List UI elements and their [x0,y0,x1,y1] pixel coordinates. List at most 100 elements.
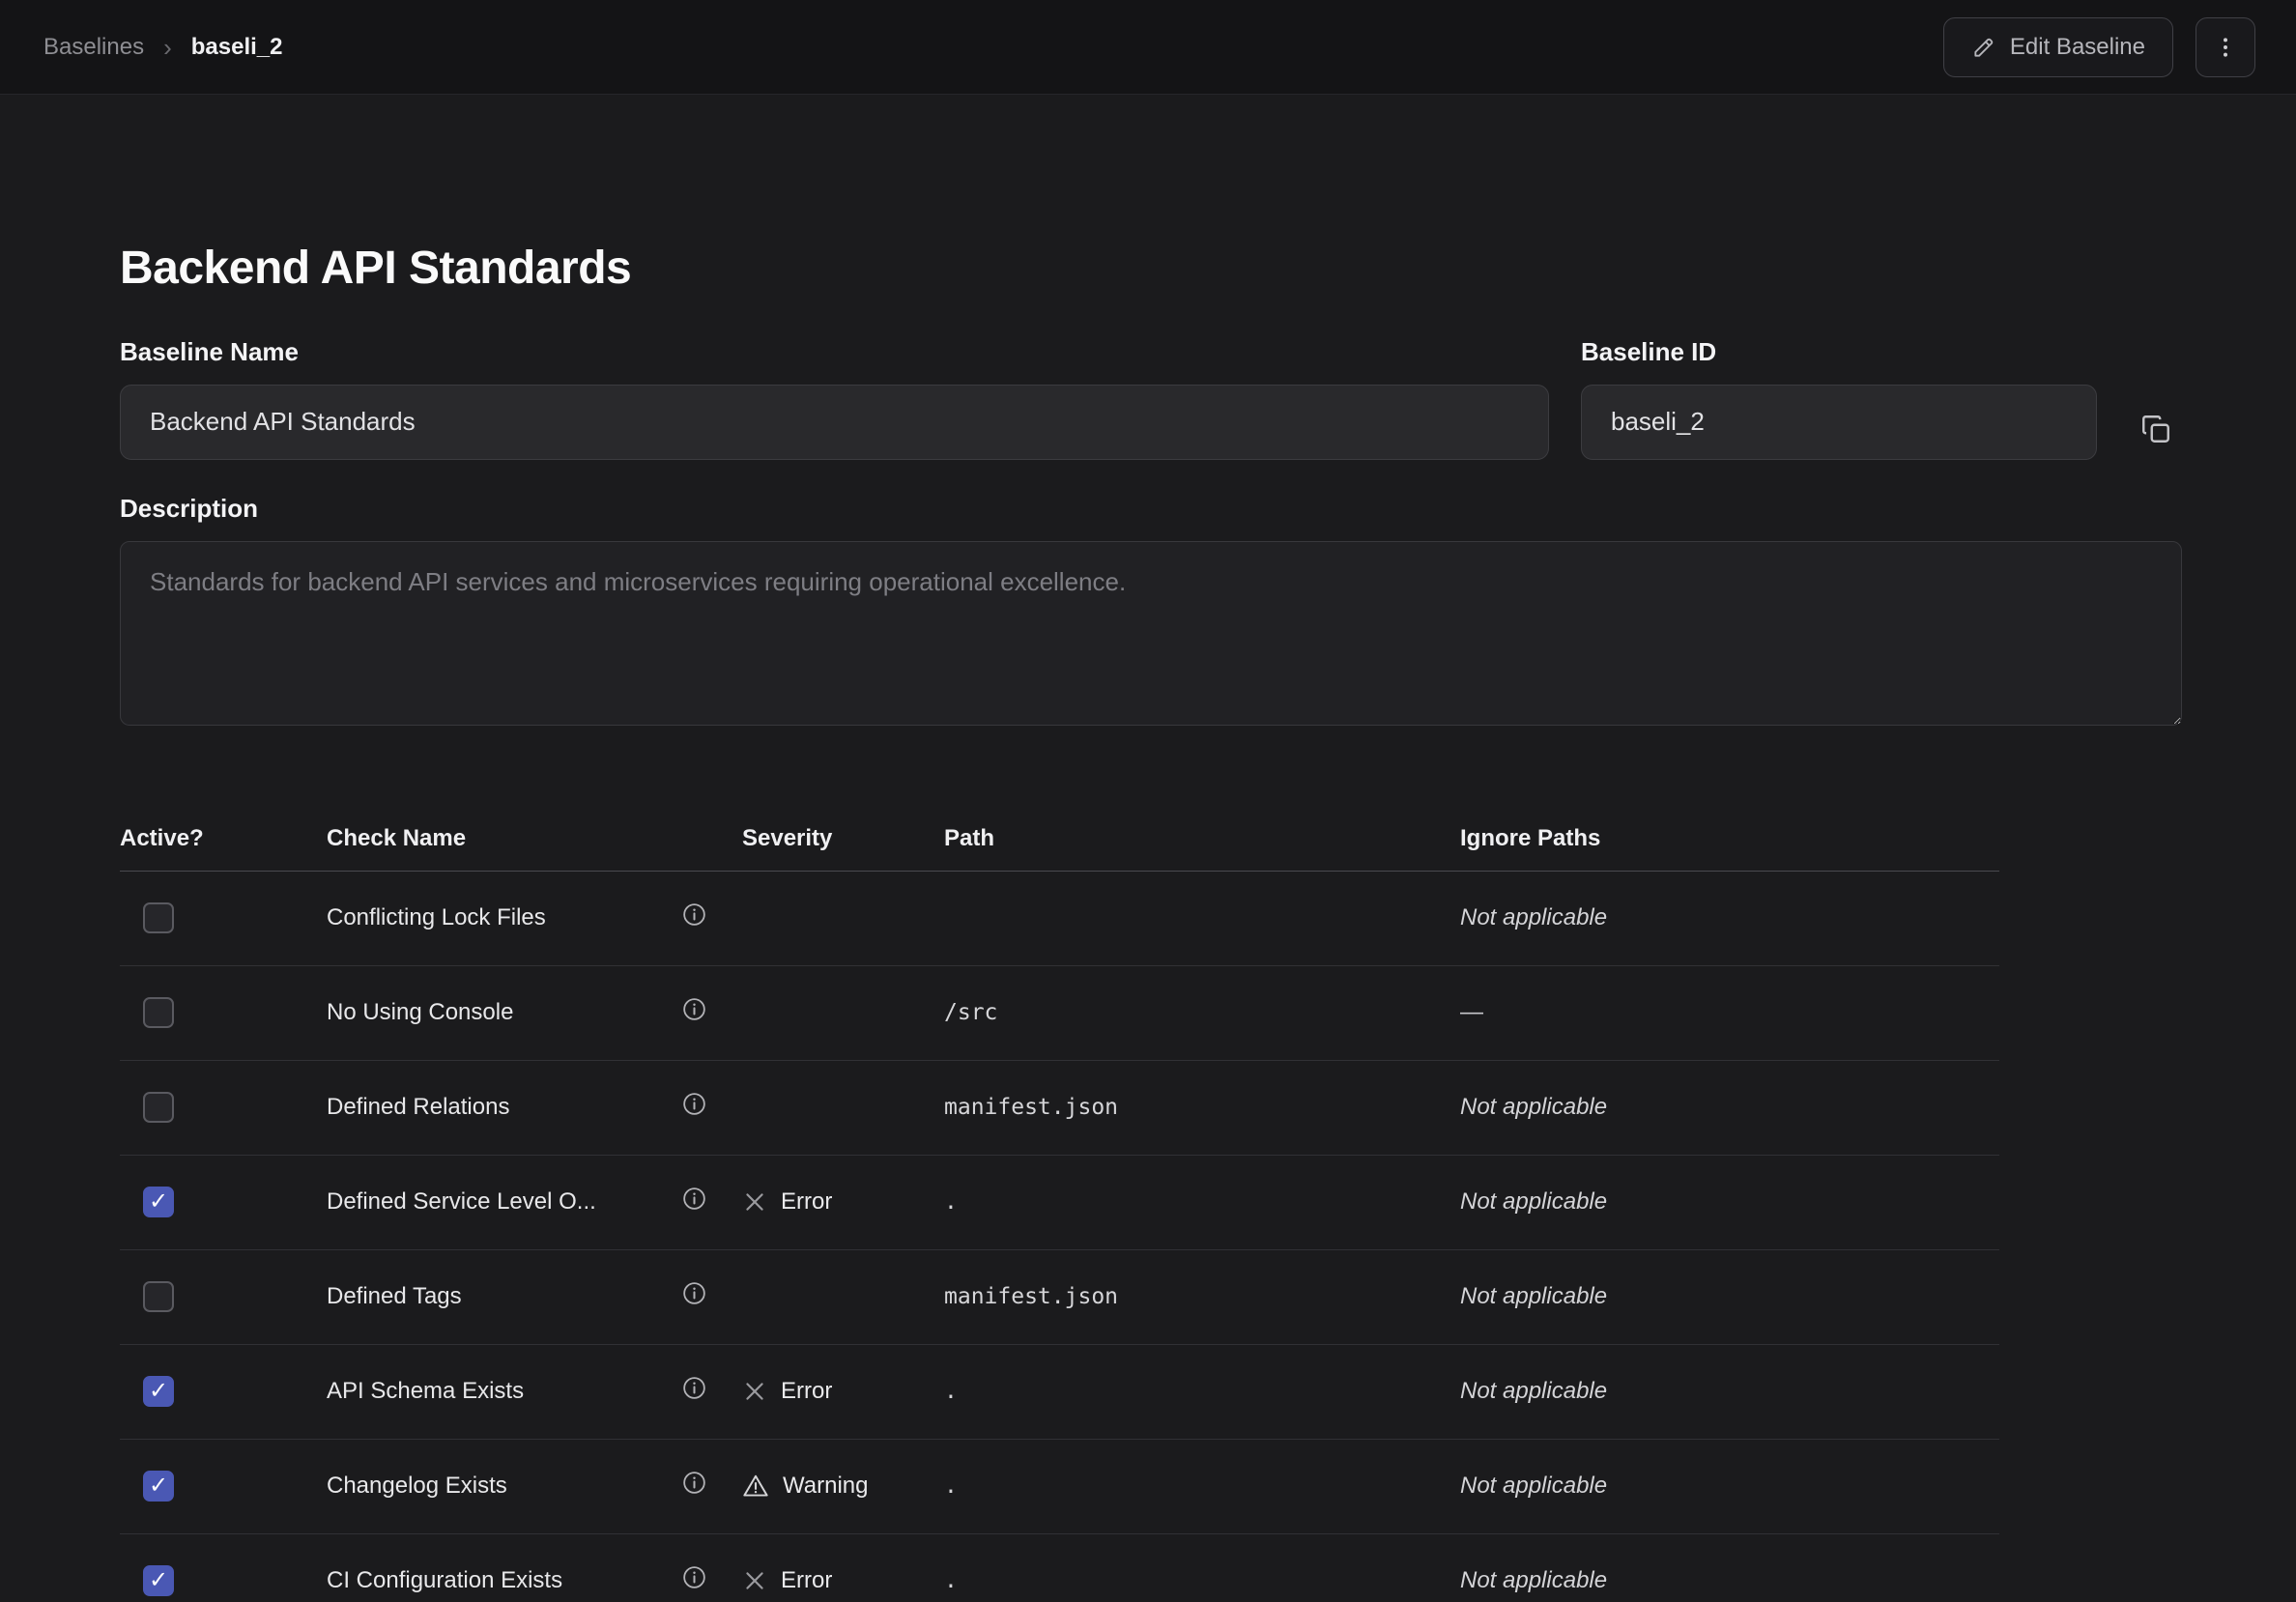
check-name: Changelog Exists [327,1473,646,1500]
checks-table: Active? Check Name Severity Path Ignore … [120,808,1999,1602]
active-cell [120,1281,327,1312]
info-icon[interactable] [681,996,707,1029]
ignore-paths: Not applicable [1460,1094,1999,1121]
pencil-icon [1971,35,1996,60]
description-field: Description [120,494,2182,730]
ignore-paths: Not applicable [1460,1473,1999,1500]
edit-baseline-button[interactable]: Edit Baseline [1943,17,2173,77]
error-x-icon [742,1568,767,1593]
ignore-paths: Not applicable [1460,1378,1999,1405]
info-icon[interactable] [681,1470,707,1502]
info-cell [646,1375,742,1408]
description-label: Description [120,494,2182,524]
ignore-paths: Not applicable [1460,1188,1999,1216]
ignore-paths: — [1460,999,1999,1026]
info-cell [646,1564,742,1597]
severity-label: Error [781,1378,832,1405]
active-cell [120,1565,327,1596]
info-icon[interactable] [681,1091,707,1124]
check-row: Conflicting Lock Files Not applicab [120,872,1999,966]
col-header-ignore-paths: Ignore Paths [1460,825,1999,852]
active-checkbox[interactable] [143,902,174,933]
error-x-icon [742,1189,767,1215]
check-path: . [944,1379,1460,1404]
ignore-paths: Not applicable [1460,1567,1999,1594]
active-checkbox[interactable] [143,1565,174,1596]
breadcrumb-baselines-link[interactable]: Baselines [43,34,144,61]
active-cell [120,902,327,933]
col-header-active: Active? [120,825,327,852]
check-path: /src [944,1000,1460,1025]
check-path: . [944,1473,1460,1499]
severity-cell: Warning [742,1473,944,1500]
check-row: Defined Service Level O... Error . No [120,1156,1999,1250]
topbar: Baselines › baseli_2 Edit Baseline [0,0,2296,95]
active-cell [120,1471,327,1502]
check-row: CI Configuration Exists Error . Not a [120,1534,1999,1602]
info-icon[interactable] [681,1564,707,1597]
description-textarea[interactable] [120,541,2182,726]
severity-cell: Error [742,1567,944,1594]
baseline-name-label: Baseline Name [120,337,1549,367]
error-x-icon [742,1379,767,1404]
check-path: . [944,1568,1460,1593]
breadcrumb: Baselines › baseli_2 [43,34,282,61]
check-name: Defined Tags [327,1283,646,1310]
col-header-path: Path [944,825,1460,852]
baseline-name-field: Baseline Name [120,337,1549,460]
kebab-menu-button[interactable] [2196,17,2255,77]
baseline-form: Baseline Name Baseline ID [120,337,2296,460]
info-cell [646,1091,742,1124]
info-cell [646,901,742,934]
active-checkbox[interactable] [143,1187,174,1217]
kebab-icon [2212,34,2239,61]
checks-table-header: Active? Check Name Severity Path Ignore … [120,808,1999,872]
active-cell [120,1376,327,1407]
col-header-severity: Severity [742,825,944,852]
checks-table-body: Conflicting Lock Files Not applicab [120,872,1999,1602]
check-row: Changelog Exists Warning . Not applic [120,1440,1999,1534]
check-name: API Schema Exists [327,1378,646,1405]
copy-baseline-id-button[interactable] [2139,413,2172,445]
check-name: No Using Console [327,999,646,1026]
severity-cell: Error [742,1188,944,1216]
baseline-id-field: Baseline ID [1581,337,2097,460]
info-icon[interactable] [681,1375,707,1408]
active-cell [120,997,327,1028]
severity-label: Error [781,1188,832,1216]
check-path: manifest.json [944,1095,1460,1120]
breadcrumb-chevron-icon: › [163,35,172,60]
copy-icon [2139,413,2172,445]
active-checkbox[interactable] [143,1376,174,1407]
page-title: Backend API Standards [120,243,2296,295]
check-name: Conflicting Lock Files [327,904,646,931]
baseline-detail-page: Backend API Standards Baseline Name Base… [0,243,2296,1602]
info-icon[interactable] [681,901,707,934]
check-path: . [944,1189,1460,1215]
check-row: API Schema Exists Error . Not applica [120,1345,1999,1440]
active-cell [120,1187,327,1217]
info-cell [646,1186,742,1218]
baseline-id-input[interactable] [1581,385,2097,460]
breadcrumb-current: baseli_2 [191,34,283,61]
info-icon[interactable] [681,1280,707,1313]
ignore-paths: Not applicable [1460,1283,1999,1310]
check-name: CI Configuration Exists [327,1567,646,1594]
baseline-name-input[interactable] [120,385,1549,460]
baseline-id-label: Baseline ID [1581,337,2097,367]
col-header-check-name: Check Name [327,825,646,852]
ignore-paths: Not applicable [1460,904,1999,931]
check-row: Defined Relations manifest.json Not [120,1061,1999,1156]
active-checkbox[interactable] [143,1281,174,1312]
active-cell [120,1092,327,1123]
check-name: Defined Relations [327,1094,646,1121]
info-icon[interactable] [681,1186,707,1218]
info-cell [646,1280,742,1313]
info-cell [646,1470,742,1502]
check-name: Defined Service Level O... [327,1188,646,1216]
active-checkbox[interactable] [143,1092,174,1123]
check-row: Defined Tags manifest.json Not appli [120,1250,1999,1345]
active-checkbox[interactable] [143,1471,174,1502]
check-path: manifest.json [944,1284,1460,1309]
active-checkbox[interactable] [143,997,174,1028]
